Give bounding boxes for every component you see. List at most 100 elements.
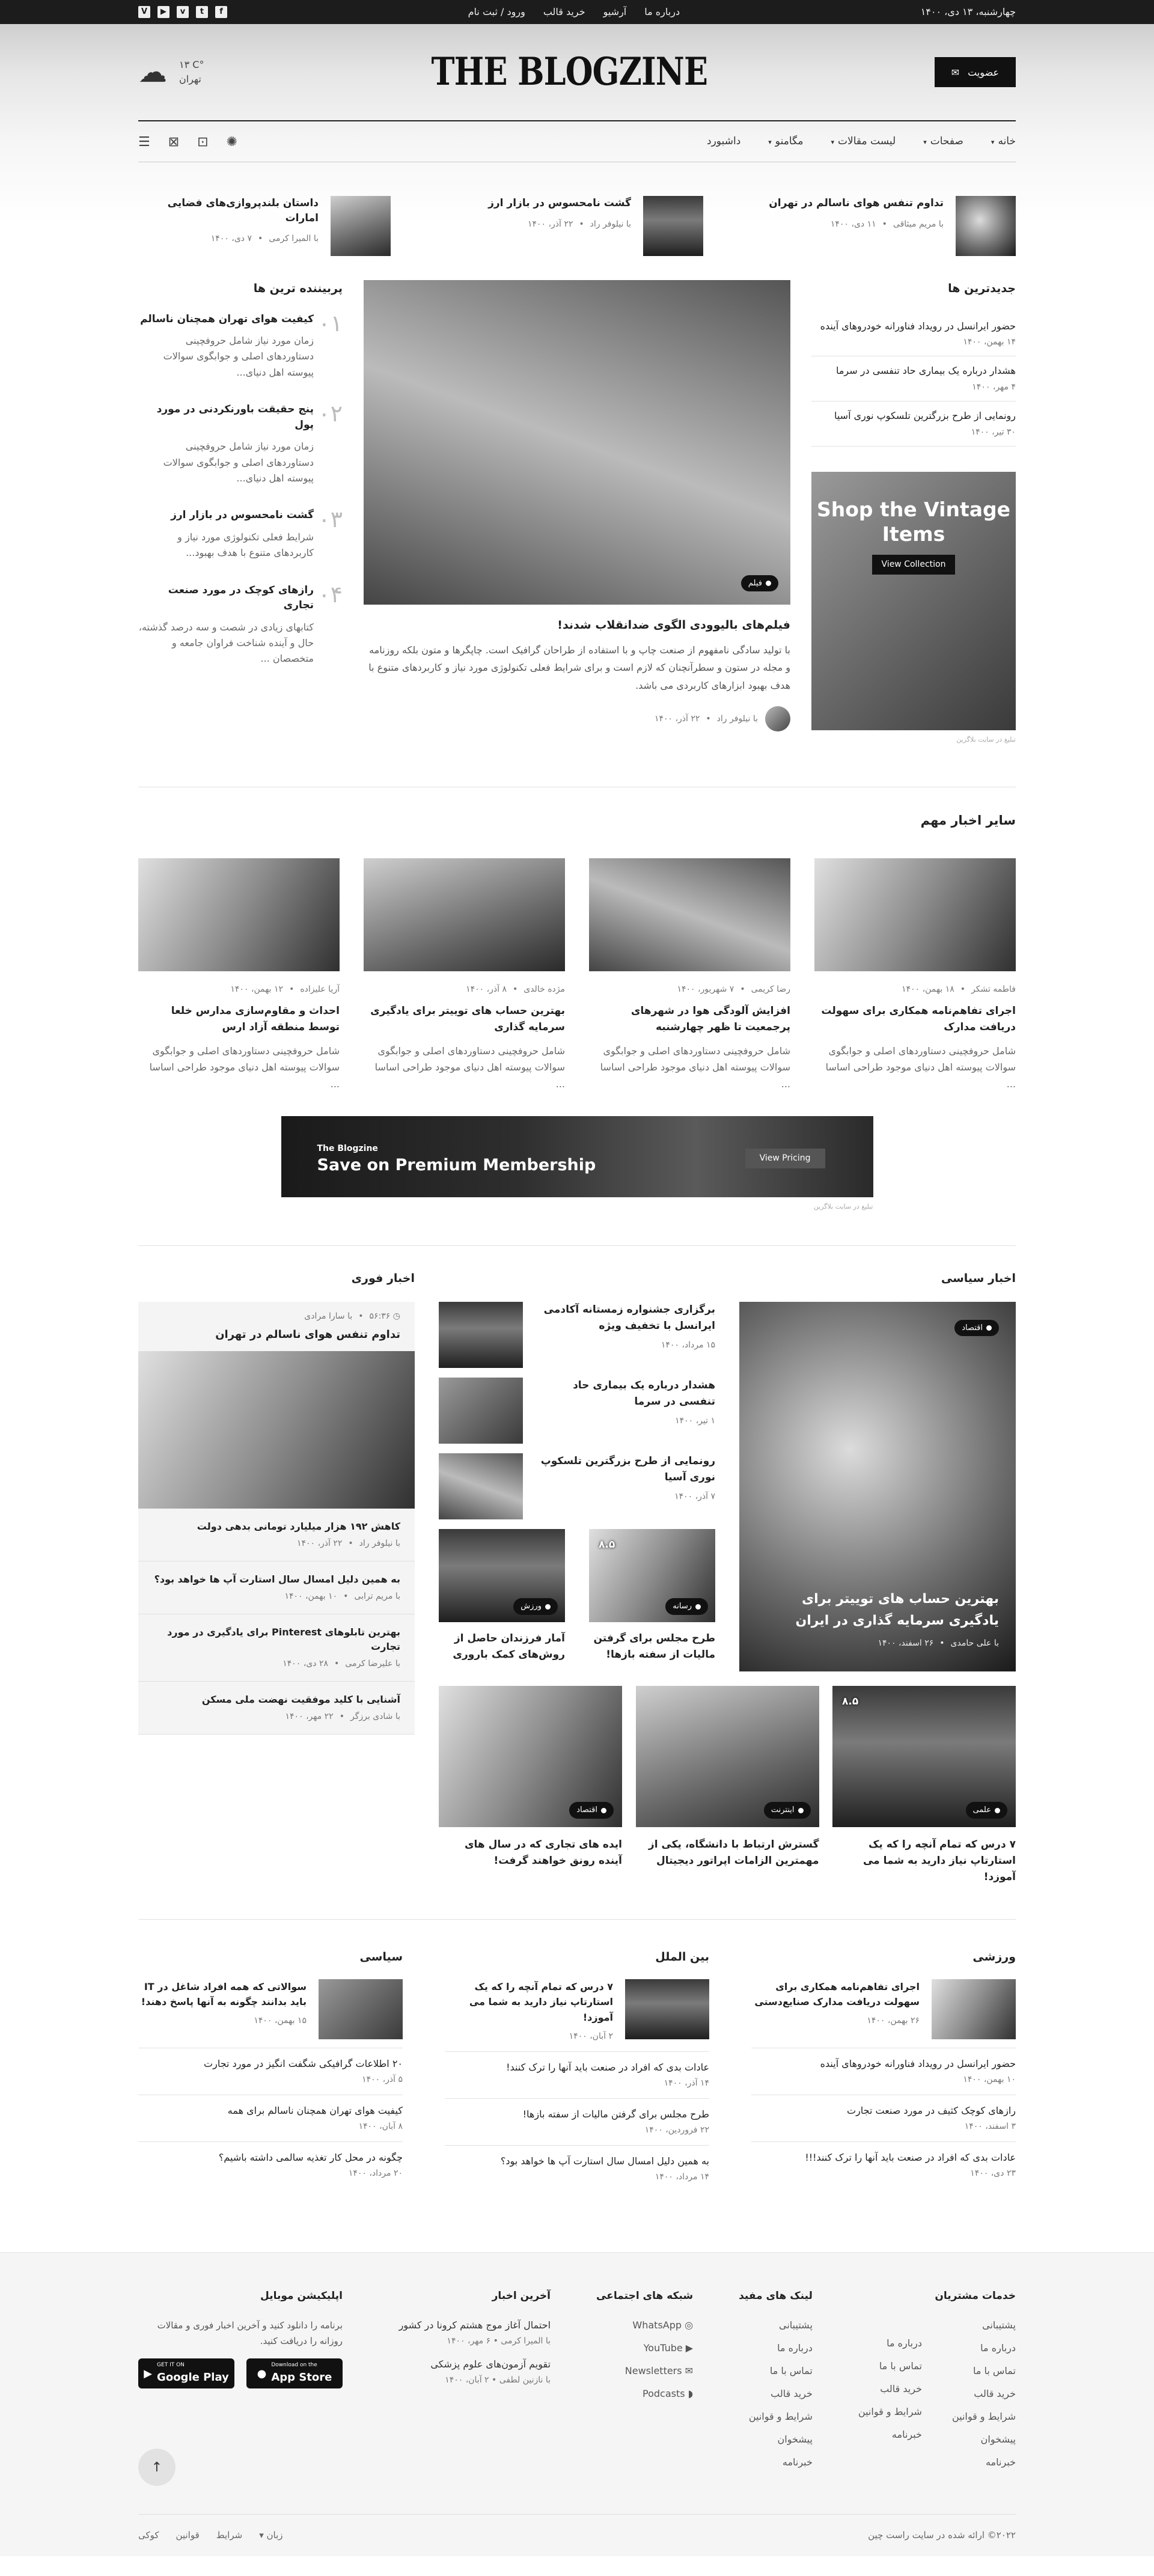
list-item[interactable]: هشدار درباره یک بیماری حاد تنفسی در سرما… bbox=[439, 1377, 715, 1444]
popular-item[interactable]: ۰۳ گشت نامحسوس در بازار ارز شرایط فعلی تکن… bbox=[138, 508, 343, 561]
popular-title[interactable]: کیفیت هوای تهران همچنان ناسالم bbox=[138, 312, 314, 328]
category-badge[interactable]: رسانه bbox=[665, 1598, 708, 1615]
footer-link[interactable]: خبرنامه bbox=[858, 2428, 922, 2442]
news-card[interactable]: اقتصاد ایده های تجاری که در سال های آینده… bbox=[439, 1685, 622, 1886]
footer-link[interactable]: شرایط و قوانین bbox=[952, 2410, 1016, 2424]
card-image[interactable]: ۸.۵ رسانه bbox=[589, 1528, 715, 1622]
news-card[interactable]: فاطمه تشکر•۱۸ بهمن، ۱۴۰۰ اجرای تفاهم‌نامه… bbox=[814, 858, 1016, 1092]
footer-link[interactable]: تماس با ما bbox=[858, 2359, 922, 2373]
top-row-item[interactable]: گشت نامحسوس در بازار ارز با نیلوفر راد•۲… bbox=[451, 196, 703, 256]
whatsapp-link[interactable]: ◎ WhatsApp bbox=[596, 2318, 693, 2333]
ad-note[interactable]: تبلیغ در سایت بلاگزین bbox=[281, 1202, 873, 1212]
popular-title[interactable]: رازهای کوچک در مورد صنعت تجاری bbox=[138, 583, 314, 614]
footer-link[interactable]: خرید قالب bbox=[858, 2382, 922, 2396]
card-image[interactable]: اقتصاد bbox=[439, 1685, 622, 1827]
avatar[interactable] bbox=[765, 706, 790, 732]
latest-title[interactable]: هشدار درباره یک بیماری حاد تنفسی در سرما bbox=[811, 364, 1016, 379]
footer-link[interactable]: پیشخوان bbox=[952, 2432, 1016, 2447]
card-image[interactable]: ورزش bbox=[439, 1528, 565, 1622]
politics-main-card[interactable]: اقتصاد بهترین حساب های توییتر برای یادگی… bbox=[739, 1301, 1016, 1671]
list-item[interactable]: حضور ایرانسل در رویداد فناورانه خودروهای… bbox=[751, 2047, 1016, 2095]
breaking-image[interactable] bbox=[138, 1351, 415, 1509]
list-item[interactable]: طرح مجلس برای گرفتن مالیات از سفته بازها… bbox=[445, 2098, 709, 2145]
youtube-icon[interactable]: ▶ bbox=[157, 6, 170, 18]
card-image[interactable] bbox=[589, 858, 790, 971]
item-thumbnail[interactable] bbox=[932, 1979, 1016, 2039]
nav-item-home[interactable]: خانه▾ bbox=[991, 134, 1016, 150]
category-feature[interactable]: سوالاتی که همه افراد شاغل در IT باید بدا… bbox=[138, 1979, 403, 2039]
popular-item[interactable]: ۰۱ کیفیت هوای تهران همچنان ناسالم زمان مور… bbox=[138, 312, 343, 381]
article-title[interactable]: داستان بلندپروازی‌های فضایی امارات bbox=[138, 196, 319, 225]
item-title[interactable]: هشدار درباره یک بیماری حاد تنفسی در سرما bbox=[535, 1378, 715, 1410]
list-item[interactable]: چگونه در محل کار تغذیه سالمی داشته باشیم… bbox=[138, 2141, 403, 2188]
list-item[interactable]: عادات بدی که افراد در صنعت باید آنها را … bbox=[445, 2051, 709, 2098]
nav-item-posts[interactable]: لیست مقالات▾ bbox=[831, 134, 896, 150]
site-logo[interactable]: THE BLOGZINE bbox=[431, 43, 708, 101]
list-item[interactable]: عادات بدی که افراد در صنعت باید آنها را … bbox=[751, 2141, 1016, 2188]
item-title[interactable]: رونمایی از طرح بزرگترین تلسکوپ نوری آسیا bbox=[535, 1453, 715, 1486]
topbar-link-about[interactable]: درباره ما bbox=[644, 5, 680, 19]
article-title[interactable]: تداوم تنفس هوای ناسالم در تهران bbox=[769, 196, 944, 211]
category-heading[interactable]: سیاسی bbox=[138, 1949, 403, 1966]
footer-link[interactable]: کوکی bbox=[138, 2529, 159, 2542]
side-ad[interactable]: Shop the Vintage Items View Collection bbox=[811, 471, 1016, 730]
view-collection-button[interactable]: View Collection bbox=[872, 555, 956, 575]
popular-item[interactable]: ۰۲ پنج حقیقت باورنکردنی در مورد پول زمان م… bbox=[138, 402, 343, 486]
category-feature[interactable]: اجرای تفاهم‌نامه همکاری برای سهولت دریاف… bbox=[751, 1979, 1016, 2039]
news-card[interactable]: ۸.۵ رسانه طرح مجلس برای گرفتن مالیات از سف… bbox=[589, 1528, 715, 1663]
category-badge[interactable]: علمی bbox=[965, 1802, 1007, 1819]
premium-banner[interactable]: The Blogzine Save on Premium Membership … bbox=[281, 1116, 873, 1197]
popular-title[interactable]: پنج حقیقت باورنکردنی در مورد پول bbox=[138, 402, 314, 433]
footer-link[interactable]: خبرنامه bbox=[739, 2455, 813, 2470]
featured-title[interactable]: فیلم‌های بالیوودی الگوی ضدانقلاب شدند! bbox=[364, 617, 790, 634]
footer-link[interactable]: خبرنامه bbox=[952, 2455, 1016, 2470]
nav-item-megamenu[interactable]: مگامنو▾ bbox=[768, 134, 803, 150]
breaking-item[interactable]: به همین دلیل امسال سال استارت آپ ها خواه… bbox=[138, 1561, 415, 1614]
nav-item-pages[interactable]: صفحات▾ bbox=[923, 134, 963, 150]
vimeo-icon[interactable]: v bbox=[177, 6, 189, 18]
card-image[interactable] bbox=[138, 858, 340, 971]
list-item[interactable]: برگزاری جشنواره زمستانه آکادمی ایرانسل ب… bbox=[439, 1301, 715, 1368]
youtube-link[interactable]: ▶ YouTube bbox=[596, 2341, 693, 2355]
card-image[interactable] bbox=[364, 858, 565, 971]
card-title[interactable]: احداث و مقاوم‌سازی مدارس خلعا توسط منطقه… bbox=[138, 1003, 340, 1036]
item-thumbnail[interactable] bbox=[439, 1453, 523, 1519]
topbar-link-buy[interactable]: خرید قالب bbox=[543, 5, 585, 19]
item-thumbnail[interactable] bbox=[625, 1979, 709, 2039]
footer-link[interactable]: درباره ما bbox=[952, 2341, 1016, 2355]
vine-icon[interactable]: V bbox=[138, 6, 151, 18]
footer-link[interactable]: قوانین bbox=[176, 2529, 200, 2542]
list-item[interactable]: به همین دلیل امسال سال استارت آپ ها خواه… bbox=[445, 2144, 709, 2192]
newsletter-link[interactable]: ✉ Newsletters bbox=[596, 2364, 693, 2378]
list-item[interactable]: رونمایی از طرح بزرگترین تلسکوپ نوری آسیا… bbox=[439, 1453, 715, 1519]
category-badge[interactable]: اقتصاد bbox=[569, 1802, 614, 1819]
topbar-link-archive[interactable]: آرشیو bbox=[603, 5, 627, 19]
breaking-item[interactable]: آشنایی با کلید موفقیت نهضت ملی مسکن با شا… bbox=[138, 1682, 415, 1735]
theme-toggle-icon[interactable]: ✺ bbox=[227, 132, 237, 152]
latest-item[interactable]: حضور ایرانسل در رویداد فناورانه خودروهای… bbox=[811, 312, 1016, 357]
menu-icon[interactable]: ☰ bbox=[138, 132, 150, 152]
category-badge[interactable]: اقتصاد bbox=[954, 1319, 999, 1337]
twitter-icon[interactable]: t bbox=[196, 6, 209, 18]
podcast-link[interactable]: ◗ Podcasts bbox=[596, 2387, 693, 2401]
ad-note[interactable]: تبلیغ در سایت بلاگزین bbox=[811, 735, 1016, 745]
footer-link[interactable]: خرید قالب bbox=[739, 2387, 813, 2401]
back-to-top-button[interactable]: ↑ bbox=[138, 2449, 176, 2486]
footer-link[interactable]: پشتیبانی bbox=[952, 2318, 1016, 2333]
news-card[interactable]: ۸.۵ علمی ۷ درس که تمام آنچه را که یک استار… bbox=[832, 1685, 1016, 1886]
footer-link[interactable]: پشتیبانی bbox=[739, 2318, 813, 2333]
category-badge[interactable]: ورزش bbox=[513, 1598, 558, 1615]
card-title[interactable]: ایده های تجاری که در سال های آینده رونق … bbox=[439, 1837, 622, 1869]
card-image[interactable]: ۸.۵ علمی bbox=[832, 1685, 1016, 1827]
footer-link[interactable]: شرایط و قوانین bbox=[739, 2410, 813, 2424]
category-badge[interactable]: فیلم bbox=[740, 575, 778, 591]
card-title[interactable]: افزایش آلودگی هوا در شهرهای پرجمعیت تا ظ… bbox=[589, 1003, 790, 1036]
list-item[interactable]: کیفیت هوای تهران همچنان ناسالم برای همه ۸… bbox=[138, 2094, 403, 2141]
card-title[interactable]: ۷ درس که تمام آنچه را که یک استارتاپ نیا… bbox=[832, 1837, 1016, 1886]
footer-link[interactable]: درباره ما bbox=[739, 2341, 813, 2355]
category-feature[interactable]: ۷ درس که تمام آنچه را که یک استارتاپ نیا… bbox=[445, 1979, 709, 2043]
breaking-top-title[interactable]: تداوم تنفس هوای ناسالم در تهران bbox=[153, 1326, 400, 1343]
item-thumbnail[interactable] bbox=[439, 1301, 523, 1368]
category-heading[interactable]: بین الملل bbox=[445, 1949, 709, 1966]
list-item[interactable]: ۲۰ اطلاعات گرافیکی شگفت انگیز در مورد تج… bbox=[138, 2047, 403, 2095]
